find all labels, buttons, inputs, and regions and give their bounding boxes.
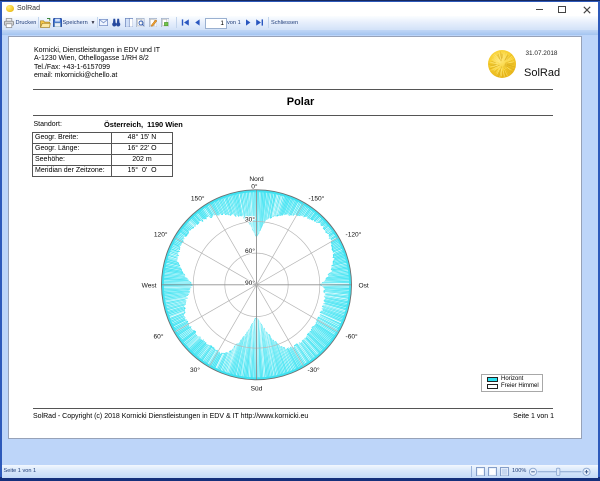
svg-text:-30°: -30° bbox=[308, 366, 321, 374]
svg-text:60°: 60° bbox=[154, 333, 164, 341]
svg-text:Nord: Nord bbox=[249, 176, 264, 183]
svg-text:-150°: -150° bbox=[309, 195, 325, 203]
svg-text:60°: 60° bbox=[245, 247, 255, 255]
svg-text:-60°: -60° bbox=[346, 333, 359, 341]
svg-text:0°: 0° bbox=[251, 183, 258, 191]
svg-text:150°: 150° bbox=[191, 195, 205, 203]
svg-text:30°: 30° bbox=[245, 215, 255, 223]
svg-text:-120°: -120° bbox=[346, 231, 362, 239]
svg-text:Ost: Ost bbox=[359, 283, 369, 290]
svg-text:30°: 30° bbox=[190, 366, 200, 374]
svg-text:120°: 120° bbox=[154, 231, 168, 239]
svg-text:Süd: Süd bbox=[251, 386, 263, 393]
svg-text:West: West bbox=[142, 283, 157, 290]
svg-text:90°: 90° bbox=[245, 279, 255, 287]
